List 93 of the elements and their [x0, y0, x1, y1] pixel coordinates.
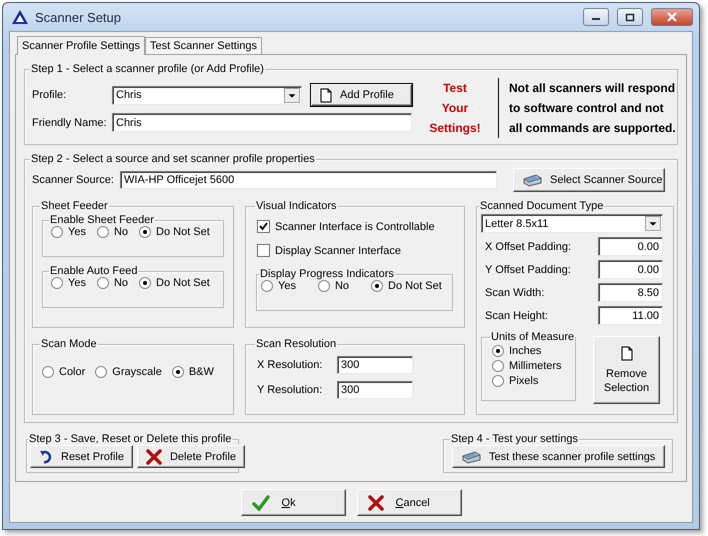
group-title: Step 3 - Save, Reset or Delete this profile — [28, 433, 232, 445]
ok-button[interactable]: Ok — [240, 489, 346, 516]
group-title: Step 2 - Select a source and set scanner profile properties — [30, 153, 316, 165]
group-title: Sheet Feeder — [40, 200, 109, 212]
resolution-field[interactable]: 300 — [337, 381, 413, 399]
radio-option[interactable]: Yes — [261, 280, 296, 292]
measurement-field[interactable]: 0.00 — [598, 237, 663, 256]
radio-button[interactable] — [261, 280, 273, 292]
tab[interactable]: Test Scanner Settings — [145, 37, 262, 54]
radio-button[interactable] — [492, 360, 504, 372]
minimize-button[interactable] — [583, 8, 609, 26]
maximize-button[interactable] — [617, 8, 643, 26]
radio-button[interactable] — [51, 277, 63, 289]
window-title: Scanner Setup — [35, 10, 122, 24]
radio-option[interactable]: No — [96, 226, 128, 238]
field-label: Y Offset Padding: — [484, 264, 572, 276]
close-icon — [666, 12, 678, 22]
radio-option[interactable]: No — [318, 280, 350, 292]
radio-button[interactable] — [318, 280, 330, 292]
radio-option[interactable]: Inches — [492, 345, 565, 357]
radio-option[interactable]: B&W — [172, 366, 214, 378]
field-label: Scan Height: — [484, 310, 549, 322]
field-label: Scanner Source: — [32, 174, 115, 186]
delete-profile-button[interactable]: Delete Profile — [136, 445, 246, 468]
group-title: Scan Resolution — [255, 338, 338, 350]
x-icon — [368, 494, 384, 510]
cancel-button[interactable]: Cancel — [356, 489, 462, 516]
radio-button[interactable] — [492, 375, 504, 387]
group-title: Step 4 - Test your settings — [450, 433, 579, 445]
warning-text: Test Your Settings! — [428, 80, 482, 137]
friendly-name-field[interactable]: Chris — [112, 113, 412, 132]
scanner-source-field[interactable]: WIA-HP Officejet 5600 — [120, 171, 497, 189]
radio-button[interactable] — [42, 366, 54, 378]
radio-option[interactable]: Millimeters — [492, 360, 565, 372]
scanner-icon — [522, 173, 542, 187]
radio-button[interactable] — [371, 280, 384, 292]
checkmark-icon — [252, 494, 270, 510]
radio-option[interactable]: Do Not Set — [139, 226, 210, 238]
radio-option[interactable]: Do Not Set — [139, 277, 210, 289]
radio-button[interactable] — [96, 277, 109, 289]
group-title: Enable Sheet Feeder — [49, 214, 155, 226]
maximize-icon — [625, 12, 635, 22]
document-icon — [620, 346, 632, 360]
checkbox-option[interactable]: Scanner Interface is Controllable — [257, 220, 453, 233]
radio-option[interactable]: Do Not Set — [371, 280, 442, 292]
field-label: Profile: — [32, 89, 68, 101]
radio-button[interactable] — [139, 226, 152, 238]
field-label: Scan Width: — [484, 286, 546, 298]
field-label: Y Resolution: — [257, 384, 324, 396]
resolution-field[interactable]: 300 — [337, 356, 413, 374]
field-label: Friendly Name: — [32, 116, 108, 128]
checkbox[interactable] — [257, 244, 270, 257]
group-title: Scanned Document Type — [479, 200, 604, 212]
radio-button[interactable] — [95, 366, 108, 378]
remove-selection-button[interactable]: Remove Selection — [593, 336, 660, 404]
select-source-button[interactable]: Select Scanner Source — [513, 168, 665, 192]
group-title: Visual Indicators — [255, 200, 338, 212]
test-settings-button[interactable]: Test these scanner profile settings — [452, 445, 665, 468]
measurement-field[interactable]: 0.00 — [598, 260, 663, 279]
x-icon — [146, 448, 162, 464]
scanner-icon — [461, 450, 481, 464]
group-title: Display Progress Indicators — [259, 268, 395, 280]
close-button[interactable] — [651, 8, 693, 26]
checkbox-option[interactable]: Display Scanner Interface — [257, 244, 453, 257]
reset-profile-button[interactable]: Reset Profile — [30, 445, 133, 468]
checkbox[interactable] — [257, 220, 270, 233]
document-type-dropdown[interactable]: Letter 8.5x11 — [481, 214, 663, 233]
radio-button[interactable] — [96, 226, 109, 238]
radio-button[interactable] — [172, 366, 184, 378]
radio-option[interactable]: Pixels — [492, 375, 565, 387]
radio-button[interactable] — [492, 345, 504, 357]
tab[interactable]: Scanner Profile Settings — [17, 36, 146, 55]
radio-button[interactable] — [139, 277, 152, 289]
add-profile-button[interactable]: Add Profile — [311, 84, 412, 106]
measurement-field[interactable]: 8.50 — [598, 283, 663, 302]
group-title: Enable Auto Feed — [49, 265, 138, 277]
radio-option[interactable]: Yes — [51, 226, 86, 238]
measurement-field[interactable]: 11.00 — [598, 306, 663, 325]
profile-dropdown[interactable]: Chris — [112, 86, 302, 104]
radio-option[interactable]: No — [96, 277, 128, 289]
radio-option[interactable]: Grayscale — [95, 366, 162, 378]
app-icon — [11, 9, 29, 25]
field-label: X Resolution: — [257, 359, 324, 371]
radio-option[interactable]: Color — [42, 366, 86, 378]
note-text: Not all scanners will respond to software control and not all commands are supported. — [498, 78, 676, 138]
group-title: Scan Mode — [40, 338, 98, 350]
group-title: Units of Measure — [490, 331, 576, 343]
curved-arrow-icon — [39, 450, 53, 464]
radio-option[interactable]: Yes — [51, 277, 86, 289]
document-icon — [320, 88, 332, 102]
group-title: Step 1 - Select a scanner profile (or Add Profile) — [30, 63, 265, 75]
radio-button[interactable] — [51, 226, 63, 238]
field-label: X Offset Padding: — [484, 240, 572, 252]
